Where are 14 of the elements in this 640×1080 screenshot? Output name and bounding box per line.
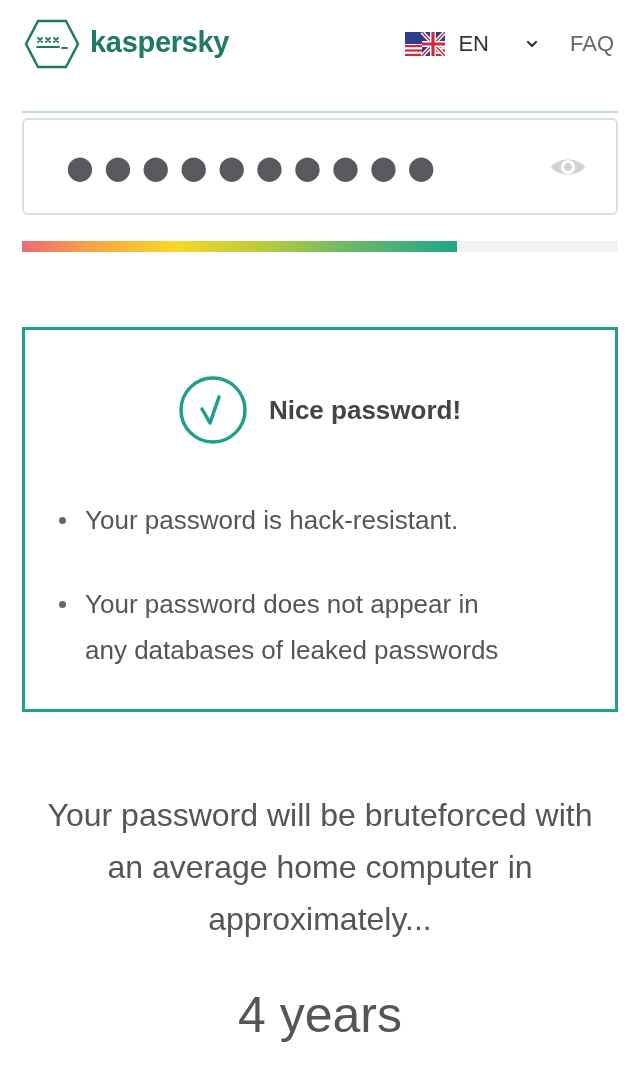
hexagon-logo-icon xyxy=(24,19,80,69)
check-circle-icon xyxy=(178,376,247,444)
faq-link[interactable]: FAQ xyxy=(570,33,614,55)
result-point: Your password is hack-resistant. xyxy=(85,504,460,537)
language-dropdown[interactable]: EN xyxy=(405,32,540,56)
result-point: Your password does not appear in any databases of leaked passwords xyxy=(85,588,500,667)
bullet-icon xyxy=(59,517,66,524)
brand-name: kaspersky xyxy=(90,27,230,60)
bullet-icon xyxy=(59,601,66,608)
result-title: Nice password! xyxy=(268,393,462,427)
password-field[interactable]: ●●●●●●●●●● xyxy=(22,118,618,215)
flag-icon xyxy=(405,32,446,56)
bruteforce-duration: 4 years xyxy=(237,986,403,1045)
bruteforce-description: Your password will be bruteforced with an average home computer in approximately... xyxy=(46,796,594,939)
